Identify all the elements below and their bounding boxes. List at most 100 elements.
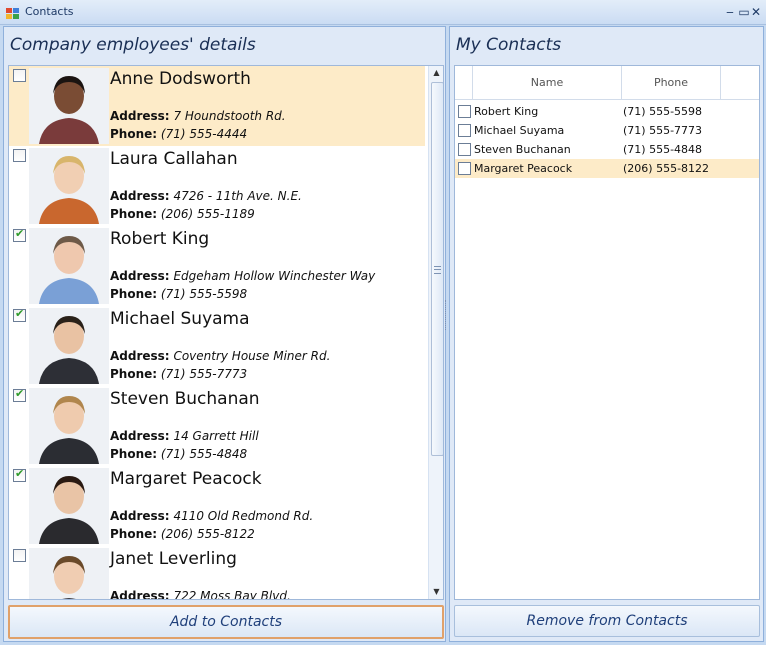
employee-address: 722 Moss Bay Blvd. — [173, 589, 291, 600]
contact-row[interactable]: Margaret Peacock (206) 555-8122 — [455, 159, 759, 178]
employee-photo — [29, 388, 109, 464]
address-label: Address: — [110, 349, 170, 363]
employee-phone: (71) 555-7773 — [160, 367, 248, 381]
employee-card[interactable]: ✔ Michael Suyama Address: Coventry House … — [9, 306, 425, 386]
employee-address: Edgeham Hollow Winchester Way — [173, 269, 376, 283]
contact-phone: (206) 555-8122 — [623, 162, 710, 175]
contact-checkbox[interactable] — [458, 105, 471, 118]
employee-photo — [29, 548, 109, 599]
contact-row[interactable]: Robert King (71) 555-5598 — [455, 102, 759, 121]
employee-address-row: Address: 4726 - 11th Ave. N.E. — [110, 189, 302, 203]
phone-label: Phone: — [110, 367, 158, 381]
employee-card[interactable]: ✔ Steven Buchanan Address: 14 Garrett Hil… — [9, 386, 425, 466]
employee-card[interactable]: Janet Leverling Address: 722 Moss Bay Blv… — [9, 546, 425, 600]
employee-card[interactable]: Anne Dodsworth Address: 7 Houndstooth Rd.… — [9, 66, 425, 146]
employee-name: Anne Dodsworth — [110, 69, 251, 89]
contact-name: Margaret Peacock — [474, 162, 573, 175]
contact-name: Michael Suyama — [474, 124, 565, 137]
remove-from-contacts-button[interactable]: Remove from Contacts — [454, 605, 760, 637]
column-header-phone[interactable]: Phone — [622, 66, 721, 99]
employee-address-row: Address: Coventry House Miner Rd. — [110, 349, 330, 363]
employees-panel: Company employees' details ▲ ▼ Anne Dods… — [3, 26, 446, 642]
employee-photo — [29, 68, 109, 144]
employee-phone-row: Phone: (71) 555-4444 — [110, 127, 247, 141]
employees-header: Company employees' details — [10, 35, 256, 55]
phone-label: Phone: — [110, 127, 158, 141]
contact-checkbox[interactable] — [458, 143, 471, 156]
scroll-thumb[interactable] — [431, 82, 443, 456]
employee-address: 14 Garrett Hill — [173, 429, 259, 443]
contact-name: Robert King — [474, 105, 539, 118]
employee-checkbox[interactable] — [13, 549, 26, 562]
employee-phone-row: Phone: (206) 555-8122 — [110, 527, 255, 541]
employee-address-row: Address: Edgeham Hollow Winchester Way — [110, 269, 375, 283]
employee-phone: (206) 555-8122 — [160, 527, 255, 541]
contact-phone: (71) 555-7773 — [623, 124, 703, 137]
checkmark-icon: ✔ — [15, 467, 25, 480]
title-bar: Contacts ‒ ▭ ✕ — [0, 0, 766, 25]
checkmark-icon: ✔ — [15, 307, 25, 320]
close-icon[interactable]: ✕ — [748, 4, 764, 20]
my-contacts-panel: My Contacts Name Phone Robert King (71) … — [449, 26, 764, 642]
employee-photo — [29, 468, 109, 544]
employee-name: Laura Callahan — [110, 149, 238, 169]
employee-address: Coventry House Miner Rd. — [173, 349, 331, 363]
employee-phone-row: Phone: (206) 555-1189 — [110, 207, 255, 221]
employee-address: 7 Houndstooth Rd. — [173, 109, 286, 123]
employee-name: Janet Leverling — [110, 549, 237, 569]
employee-phone-row: Phone: (71) 555-4848 — [110, 447, 247, 461]
employee-phone: (206) 555-1189 — [160, 207, 255, 221]
app-icon — [6, 5, 20, 19]
employee-address: 4726 - 11th Ave. N.E. — [173, 189, 302, 203]
contact-phone: (71) 555-5598 — [623, 105, 703, 118]
address-label: Address: — [110, 589, 170, 600]
employee-address-row: Address: 4110 Old Redmond Rd. — [110, 509, 313, 523]
employee-phone: (71) 555-5598 — [160, 287, 248, 301]
employee-phone-row: Phone: (71) 555-5598 — [110, 287, 247, 301]
employee-address-row: Address: 14 Garrett Hill — [110, 429, 259, 443]
employees-list[interactable]: ▲ ▼ Anne Dodsworth Address: 7 Houndstooth… — [8, 65, 444, 600]
employees-scrollbar[interactable]: ▲ ▼ — [428, 66, 443, 599]
employee-checkbox[interactable] — [13, 69, 26, 82]
employee-phone-row: Phone: (71) 555-7773 — [110, 367, 247, 381]
column-header-name[interactable]: Name — [473, 66, 622, 99]
employee-card[interactable]: Laura Callahan Address: 4726 - 11th Ave. … — [9, 146, 425, 226]
contacts-grid[interactable]: Name Phone Robert King (71) 555-5598 Mic… — [454, 65, 760, 600]
checkmark-icon: ✔ — [15, 227, 25, 240]
employee-card[interactable]: ✔ Margaret Peacock Address: 4110 Old Redm… — [9, 466, 425, 546]
employee-phone: (71) 555-4444 — [160, 127, 248, 141]
phone-label: Phone: — [110, 207, 158, 221]
contact-checkbox[interactable] — [458, 124, 471, 137]
phone-label: Phone: — [110, 447, 158, 461]
contact-checkbox[interactable] — [458, 162, 471, 175]
employee-checkbox[interactable]: ✔ — [13, 227, 26, 242]
contact-phone: (71) 555-4848 — [623, 143, 703, 156]
contact-row[interactable]: Michael Suyama (71) 555-7773 — [455, 121, 759, 140]
employee-checkbox[interactable]: ✔ — [13, 467, 26, 482]
contact-row[interactable]: Steven Buchanan (71) 555-4848 — [455, 140, 759, 159]
employee-checkbox[interactable]: ✔ — [13, 307, 26, 322]
scroll-up-icon[interactable]: ▲ — [429, 66, 443, 80]
my-contacts-header: My Contacts — [456, 35, 562, 55]
window-title: Contacts — [25, 5, 74, 18]
employee-checkbox[interactable] — [13, 149, 26, 162]
checkmark-icon: ✔ — [15, 387, 25, 400]
employee-address-row: Address: 722 Moss Bay Blvd. — [110, 589, 291, 600]
address-label: Address: — [110, 269, 170, 283]
grip-icon — [434, 266, 441, 274]
employee-name: Michael Suyama — [110, 309, 250, 329]
employee-photo — [29, 148, 109, 224]
phone-label: Phone: — [110, 527, 158, 541]
employee-name: Steven Buchanan — [110, 389, 260, 409]
contact-name: Steven Buchanan — [474, 143, 571, 156]
address-label: Address: — [110, 429, 170, 443]
employee-phone: (71) 555-4848 — [160, 447, 248, 461]
employee-card[interactable]: ✔ Robert King Address: Edgeham Hollow Win… — [9, 226, 425, 306]
header-check-column[interactable] — [455, 66, 473, 99]
employee-name: Margaret Peacock — [110, 469, 262, 489]
scroll-down-icon[interactable]: ▼ — [429, 585, 443, 599]
add-to-contacts-button[interactable]: Add to Contacts — [8, 605, 444, 639]
employee-photo — [29, 308, 109, 384]
grid-header: Name Phone — [455, 66, 759, 100]
employee-checkbox[interactable]: ✔ — [13, 387, 26, 402]
